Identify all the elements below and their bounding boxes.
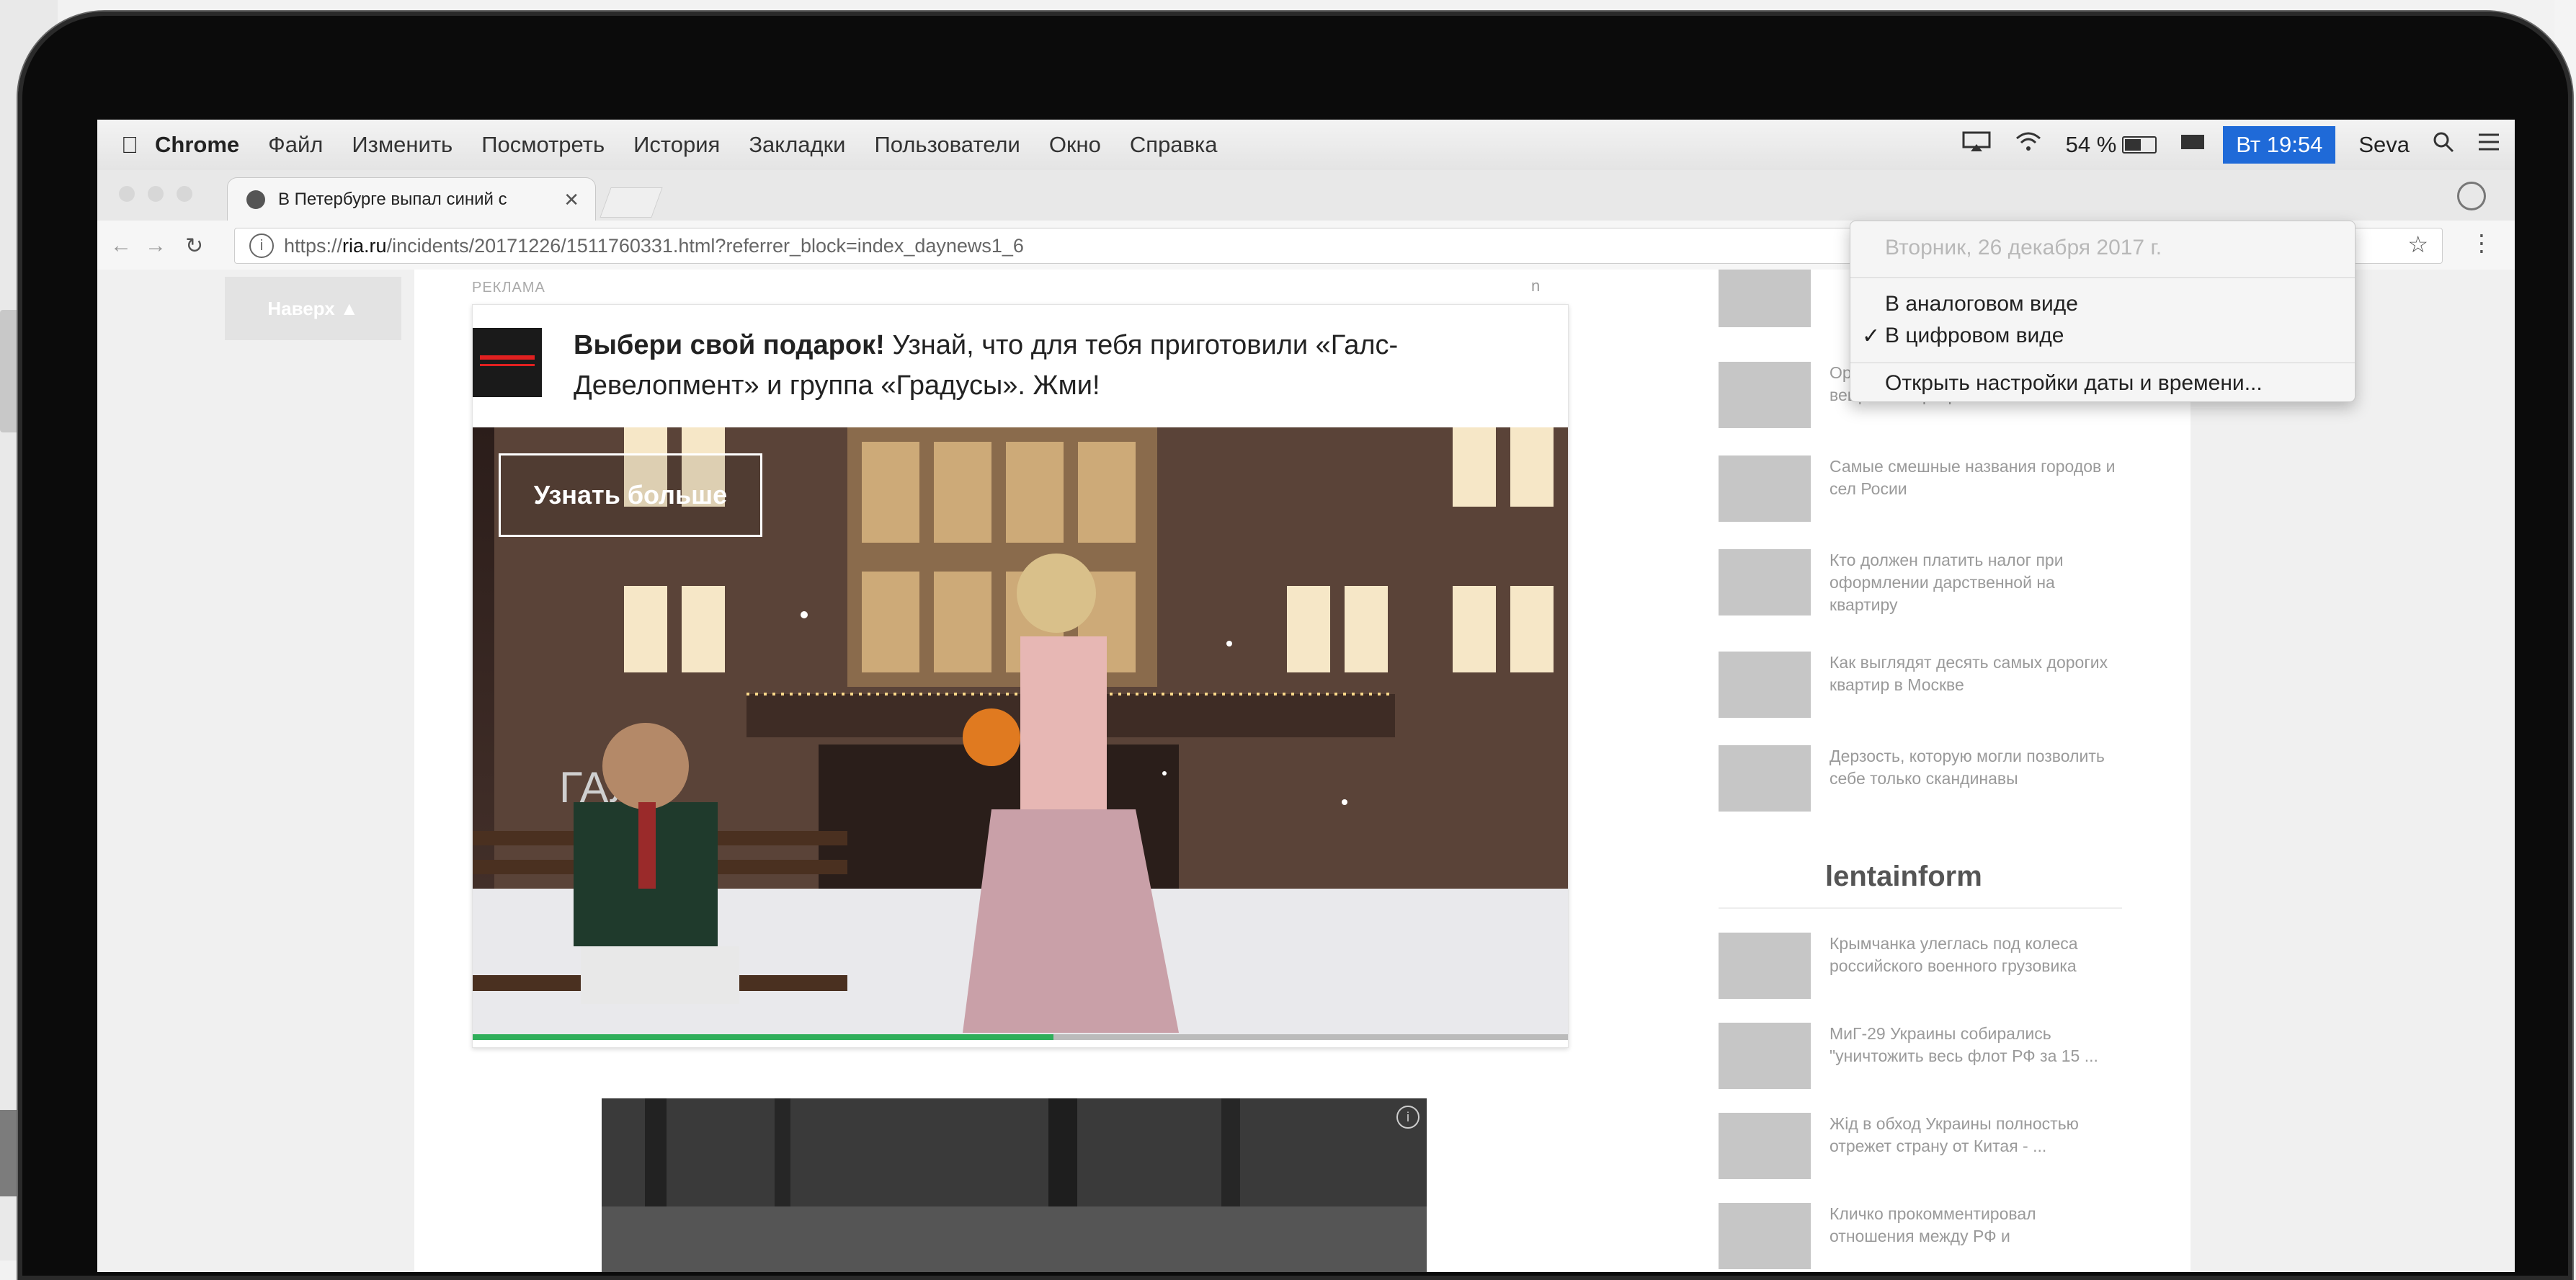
url-domain: ria.ru — [342, 234, 387, 257]
divider — [1719, 907, 2122, 909]
ad-headline[interactable]: Выбери свой подарок! Узнай, что для тебя… — [574, 325, 1510, 406]
second-ad-video[interactable]: i — [602, 1098, 1427, 1272]
mac-menubar:  Chrome Файл Изменить Посмотреть Истори… — [97, 120, 2515, 171]
back-to-top-button[interactable]: Наверх ▲ — [225, 277, 401, 340]
recommendation-title: Как выглядят десять самых дорогих кварти… — [1830, 653, 2108, 694]
url-path: /incidents/20171226/1511760331.html?refe… — [386, 234, 1024, 257]
apple-icon[interactable]:  — [104, 132, 155, 159]
close-window-button[interactable] — [119, 186, 135, 202]
lenta-title: МиГ-29 Украины собирались "уничтожить ве… — [1830, 1024, 2098, 1065]
learn-more-button[interactable]: Узнать больше — [499, 453, 762, 537]
lenta-item[interactable]: Жiд в обход Украины полностью отрежет ст… — [1719, 1113, 2122, 1179]
ad-info-icon[interactable]: i — [1396, 1106, 1420, 1129]
lenta-thumbnail — [1719, 1113, 1811, 1179]
lenta-title: Крымчанка улеглась под колеса российског… — [1830, 934, 2078, 975]
recommendation-item[interactable]: Как выглядят десять самых дорогих кварти… — [1719, 652, 2122, 718]
menu-view[interactable]: Посмотреть — [481, 132, 605, 158]
status-area: 54 % Вт 19:54 Seva — [1939, 120, 2500, 170]
close-tab-icon[interactable]: ✕ — [563, 189, 579, 211]
battery-percent: 54 % — [2065, 132, 2117, 157]
battery-status[interactable]: 54 % — [2066, 132, 2157, 158]
clock-menu[interactable]: Вт 19:54 — [2223, 126, 2336, 164]
ad-card[interactable]: Выбери свой подарок! Узнай, что для тебя… — [472, 304, 1569, 1048]
open-date-settings[interactable]: Открыть настройки даты и времени... — [1885, 371, 2263, 396]
menu-edit[interactable]: Изменить — [352, 132, 453, 158]
ad-headline-bold: Выбери свой подарок! — [574, 330, 885, 360]
current-date: Вторник, 26 декабря 2017 г. — [1885, 236, 2162, 259]
recommendation-thumbnail — [1719, 362, 1811, 428]
ad-header: Выбери свой подарок! Узнай, что для тебя… — [473, 305, 1568, 427]
back-icon[interactable]: ← — [110, 234, 132, 258]
tab-bar: В Петербурге выпал синий с ✕ — [97, 170, 2515, 221]
menu-bookmarks[interactable]: Закладки — [749, 132, 845, 158]
spotlight-icon[interactable] — [2433, 131, 2454, 159]
reload-icon[interactable]: ↻ — [185, 234, 203, 259]
bookmark-star-icon[interactable]: ☆ — [2407, 231, 2428, 258]
forward-icon[interactable]: → — [145, 234, 166, 258]
tab-active[interactable]: В Петербурге выпал синий с ✕ — [227, 177, 596, 221]
checkmark-icon: ✓ — [1862, 324, 1881, 348]
menu-history[interactable]: История — [633, 132, 720, 158]
recommendation-item[interactable]: Кто должен платить налог при оформлении … — [1719, 549, 2122, 616]
lenta-thumbnail — [1719, 1023, 1811, 1089]
recommendation-thumbnail — [1719, 455, 1811, 522]
battery-icon — [2122, 136, 2157, 154]
display-icon[interactable] — [2180, 132, 2206, 158]
recommendation-item[interactable]: Дерзость, которую могли позволить себе т… — [1719, 745, 2122, 812]
recommendation-title: Дерзость, которую могли позволить себе т… — [1830, 747, 2105, 788]
menu-divider — [1850, 277, 2355, 278]
ad-marker: n — [1531, 277, 1541, 295]
menu-kebab-icon[interactable]: ⋮ — [2470, 229, 2493, 257]
web-page: Наверх ▲ РЕКЛАМА n Выбери свой подарок! … — [97, 270, 2515, 1272]
recommendation-thumbnail — [1719, 549, 1811, 615]
clock-dropdown-menu: Вторник, 26 декабря 2017 г. В аналоговом… — [1850, 221, 2356, 402]
site-info-icon[interactable]: i — [249, 234, 274, 258]
recommendation-thumbnail — [1719, 745, 1811, 812]
lenta-item[interactable]: Крымчанка улеглась под колеса российског… — [1719, 933, 2122, 999]
ria-favicon-icon — [246, 190, 265, 209]
recommendation-item[interactable]: Самые смешные названия городов и сел Рос… — [1719, 455, 2122, 522]
option-analog[interactable]: В аналоговом виде — [1885, 292, 2078, 316]
recommendation-thumbnail — [1719, 270, 1811, 327]
lentainform-logo[interactable]: lentainform — [1825, 861, 1982, 893]
lenta-title: Кличко прокомментировал отношения между … — [1830, 1204, 2036, 1245]
wifi-icon[interactable] — [2014, 131, 2043, 159]
menu-window[interactable]: Окно — [1049, 132, 1101, 158]
laptop-bezel:  Chrome Файл Изменить Посмотреть Истори… — [18, 12, 2572, 1280]
option-digital[interactable]: В цифровом виде — [1885, 324, 2064, 348]
video-progress-fill — [473, 1034, 1053, 1040]
app-menu-chrome[interactable]: Chrome — [155, 132, 239, 158]
menu-help[interactable]: Справка — [1130, 132, 1218, 158]
lenta-title: Жiд в обход Украины полностью отрежет ст… — [1830, 1114, 2079, 1155]
gals-logo — [473, 328, 542, 397]
window-controls — [119, 186, 205, 202]
ad-video[interactable]: ГАЛС — [473, 427, 1568, 1040]
menu-people[interactable]: Пользователи — [875, 132, 1020, 158]
url-scheme: https:// — [284, 234, 343, 257]
tab-title: В Петербурге выпал синий с — [278, 190, 507, 209]
profile-icon[interactable] — [2457, 182, 2486, 210]
user-menu[interactable]: Seva — [2358, 132, 2410, 158]
forest-video-frame — [602, 1098, 1427, 1272]
zoom-window-button[interactable] — [177, 186, 192, 202]
lenta-item[interactable]: МиГ-29 Украины собирались "уничтожить ве… — [1719, 1023, 2122, 1089]
recommendation-title: Самые смешные названия городов и сел Рос… — [1830, 457, 2116, 498]
recommendation-thumbnail — [1719, 652, 1811, 718]
notification-center-icon[interactable] — [2477, 132, 2500, 158]
minimize-window-button[interactable] — [148, 186, 164, 202]
screen:  Chrome Файл Изменить Посмотреть Истори… — [97, 120, 2515, 1272]
lenta-thumbnail — [1719, 933, 1811, 999]
ad-label: РЕКЛАМА — [472, 280, 545, 295]
chrome-window: В Петербурге выпал синий с ✕ ← → ↻ i htt… — [97, 170, 2515, 1272]
menu-file[interactable]: Файл — [268, 132, 323, 158]
lenta-item[interactable]: Кличко прокомментировал отношения между … — [1719, 1203, 2122, 1269]
new-tab-button[interactable] — [600, 187, 663, 218]
recommendation-title: Кто должен платить налог при оформлении … — [1830, 551, 2064, 614]
battery-level — [2125, 139, 2141, 151]
lenta-thumbnail — [1719, 1203, 1811, 1269]
video-progress-bar[interactable] — [473, 1034, 1568, 1040]
recommendations-sidebar: Оригинальные способы хранения вещей в кв… — [1719, 270, 2122, 1272]
airplay-icon[interactable] — [1962, 131, 1991, 159]
